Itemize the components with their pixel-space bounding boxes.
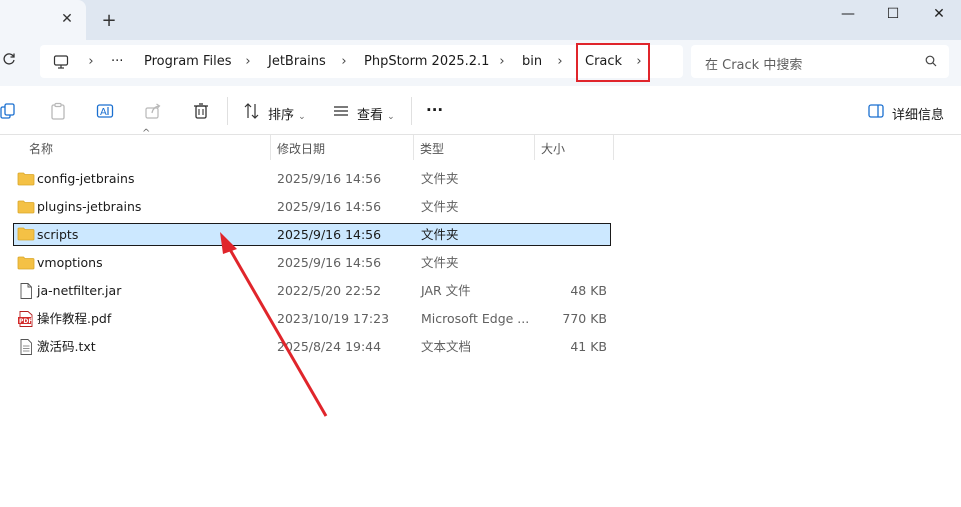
- folder-icon: [17, 199, 35, 215]
- breadcrumb-more[interactable]: ···: [111, 54, 123, 70]
- details-button[interactable]: 详细信息: [892, 104, 944, 123]
- breadcrumb-separator[interactable]: ›: [555, 54, 565, 70]
- file-row[interactable]: plugins-jetbrains 2025/9/16 14:56 文件夹: [13, 196, 611, 218]
- column-header-name[interactable]: 名称: [29, 140, 53, 157]
- sort-button[interactable]: 排序 ⌄: [268, 104, 306, 123]
- column-header-size[interactable]: 大小: [541, 140, 565, 157]
- file-icon: [17, 283, 35, 299]
- column-divider[interactable]: [613, 135, 614, 160]
- file-modified: 2025/9/16 14:56: [277, 171, 382, 186]
- folder-icon: [17, 226, 35, 242]
- share-icon[interactable]: [144, 102, 162, 120]
- details-pane-icon[interactable]: [867, 102, 885, 120]
- breadcrumb-phpstorm[interactable]: PhpStorm 2025.2.1: [364, 54, 489, 70]
- minimize-button[interactable]: —: [826, 4, 870, 24]
- file-type: 文件夹: [421, 227, 459, 242]
- breadcrumb-jetbrains[interactable]: JetBrains: [268, 54, 326, 70]
- tab-strip: [0, 0, 961, 40]
- new-tab-button[interactable]: +: [101, 12, 117, 30]
- file-name: 操作教程.pdf: [37, 311, 112, 326]
- search-icon[interactable]: [925, 55, 937, 67]
- svg-text:A: A: [100, 107, 107, 118]
- file-type: 文件夹: [421, 171, 459, 186]
- search-input[interactable]: 在 Crack 中搜索: [705, 54, 802, 73]
- file-type: 文件夹: [421, 255, 459, 270]
- copy-icon[interactable]: [0, 102, 18, 120]
- column-divider[interactable]: [413, 135, 414, 160]
- file-modified: 2025/8/24 19:44: [277, 339, 382, 354]
- rename-icon[interactable]: A: [96, 102, 114, 120]
- close-tab-icon[interactable]: ✕: [60, 12, 74, 26]
- file-modified: 2025/9/16 14:56: [277, 199, 382, 214]
- refresh-icon[interactable]: [2, 52, 18, 70]
- column-header-type[interactable]: 类型: [420, 140, 444, 157]
- view-button[interactable]: 查看 ⌄: [357, 104, 395, 123]
- breadcrumb-separator[interactable]: ›: [339, 54, 349, 70]
- view-icon[interactable]: [332, 102, 350, 120]
- maximize-button[interactable]: ☐: [871, 4, 915, 24]
- file-row[interactable]: ja-netfilter.jar 2022/5/20 22:52 JAR 文件 …: [13, 280, 611, 302]
- file-modified: 2022/5/20 22:52: [277, 283, 382, 298]
- file-modified: 2025/9/16 14:56: [277, 227, 382, 242]
- pdf-icon: PDF: [17, 311, 35, 327]
- file-size: 48 KB: [570, 283, 607, 298]
- file-modified: 2025/9/16 14:56: [277, 255, 382, 270]
- sort-indicator-icon: ^: [142, 128, 151, 139]
- file-row[interactable]: 激活码.txt 2025/8/24 19:44 文本文档 41 KB: [13, 336, 611, 358]
- sort-icon[interactable]: [243, 102, 261, 120]
- file-name: scripts: [37, 227, 79, 242]
- file-row[interactable]: PDF 操作教程.pdf 2023/10/19 17:23 Microsoft …: [13, 308, 611, 330]
- column-divider[interactable]: [534, 135, 535, 160]
- file-name: plugins-jetbrains: [37, 199, 142, 214]
- folder-icon: [17, 171, 35, 187]
- delete-icon[interactable]: [192, 102, 210, 120]
- text-file-icon: [17, 339, 35, 355]
- file-type: 文件夹: [421, 199, 459, 214]
- file-name: vmoptions: [37, 255, 103, 270]
- file-modified: 2023/10/19 17:23: [277, 311, 390, 326]
- toolbar-divider: [411, 97, 412, 125]
- paste-icon[interactable]: [49, 102, 67, 120]
- file-type: 文本文档: [421, 339, 472, 354]
- file-type: JAR 文件: [421, 283, 471, 298]
- folder-icon: [17, 255, 35, 271]
- file-size: 770 KB: [562, 311, 607, 326]
- file-type: Microsoft Edge ...: [421, 311, 530, 326]
- this-pc-icon[interactable]: [53, 54, 69, 70]
- column-header-modified[interactable]: 修改日期: [277, 140, 325, 157]
- column-divider[interactable]: [270, 135, 271, 160]
- highlight-box: [576, 43, 650, 82]
- tab-active[interactable]: ✕: [0, 0, 86, 40]
- file-row-selected[interactable]: scripts 2025/9/16 14:56 文件夹: [13, 223, 611, 246]
- file-size: 41 KB: [570, 339, 607, 354]
- breadcrumb-bin[interactable]: bin: [522, 54, 542, 70]
- file-name: 激活码.txt: [37, 339, 96, 354]
- file-row[interactable]: config-jetbrains 2025/9/16 14:56 文件夹: [13, 168, 611, 190]
- file-name: ja-netfilter.jar: [37, 283, 122, 298]
- toolbar-divider: [227, 97, 228, 125]
- file-name: config-jetbrains: [37, 171, 135, 186]
- breadcrumb-separator[interactable]: ›: [497, 54, 507, 70]
- close-window-button[interactable]: ✕: [917, 4, 961, 24]
- breadcrumb-program-files[interactable]: Program Files: [144, 54, 232, 70]
- breadcrumb-separator[interactable]: ›: [86, 54, 96, 70]
- svg-text:PDF: PDF: [19, 318, 32, 325]
- file-row[interactable]: vmoptions 2025/9/16 14:56 文件夹: [13, 252, 611, 274]
- more-options-button[interactable]: ···: [426, 101, 443, 119]
- breadcrumb-separator[interactable]: ›: [243, 54, 253, 70]
